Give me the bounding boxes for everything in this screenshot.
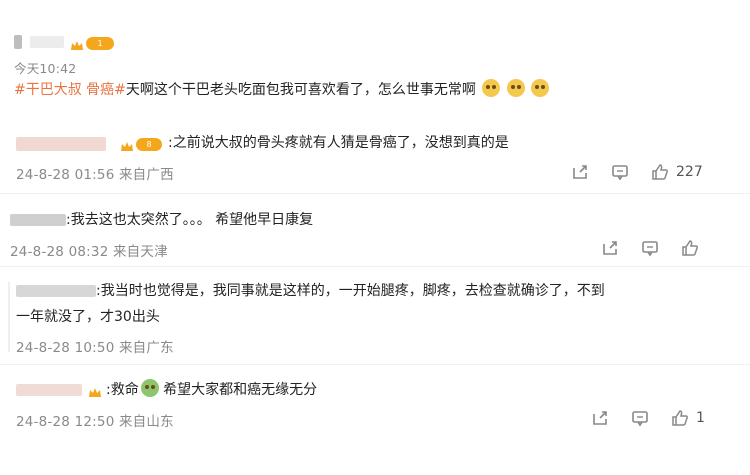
comment-text: :之前说大叔的骨头疼就有人猜是骨癌了，没想到真的是 xyxy=(168,135,509,151)
like-count: 227 xyxy=(676,164,703,180)
comment-icon[interactable] xyxy=(610,162,630,182)
quote-bar xyxy=(8,282,10,352)
comment-text: :我去这也太突然了。。。 希望他早日康复 xyxy=(66,212,314,228)
like-icon[interactable] xyxy=(670,408,690,428)
share-icon[interactable] xyxy=(600,238,620,258)
comment-meta: 24-8-28 12:50 来自山东 xyxy=(16,414,174,430)
comment-icon[interactable] xyxy=(640,238,660,258)
post-body: 天啊这个干巴老头吃面包我可喜欢看了，怎么世事无常啊 xyxy=(125,82,476,98)
commenter-name-blurred[interactable] xyxy=(16,384,82,396)
comment-meta: 24-8-28 01:56 来自广西 xyxy=(16,167,174,183)
emoji-icon xyxy=(482,79,501,97)
comment-text-a: :救命 xyxy=(106,382,139,398)
avatar[interactable] xyxy=(14,35,22,49)
post-text: #干巴大叔 骨癌#天啊这个干巴老头吃面包我可喜欢看了，怎么世事无常啊 xyxy=(14,79,550,100)
comment-text-b: 希望大家都和癌无缘无分 xyxy=(163,382,318,398)
share-icon[interactable] xyxy=(590,408,610,428)
comment-meta: 24-8-28 10:50 来自广东 xyxy=(16,340,174,356)
vip-badge: 8 xyxy=(136,138,162,151)
comment-text: :救命 希望大家都和癌无缘无分 xyxy=(106,379,317,400)
username-blurred[interactable] xyxy=(30,36,64,48)
emoji-icon xyxy=(140,379,159,397)
comment-icon[interactable] xyxy=(630,408,650,428)
commenter-name-blurred[interactable] xyxy=(16,137,106,151)
like-icon[interactable] xyxy=(680,238,700,258)
commenter-name-blurred[interactable] xyxy=(10,214,66,226)
post-time: 今天10:42 xyxy=(14,61,77,76)
vip-badge: 1 xyxy=(86,37,114,50)
crown-icon xyxy=(120,138,134,151)
comment-divider xyxy=(0,266,750,267)
like-icon[interactable] xyxy=(650,162,670,182)
comment-divider xyxy=(0,193,750,194)
commenter-name-blurred[interactable] xyxy=(16,285,96,297)
like-count: 1 xyxy=(696,410,705,426)
share-icon[interactable] xyxy=(570,162,590,182)
emoji-icon xyxy=(531,79,550,97)
crown-icon xyxy=(88,384,102,397)
comment-divider xyxy=(0,364,750,365)
hashtag-link[interactable]: #干巴大叔 骨癌# xyxy=(14,82,126,98)
comment-text-line2: 一年就没了，才30出头 xyxy=(16,309,160,325)
crown-icon xyxy=(70,37,84,50)
emoji-icon xyxy=(506,79,525,97)
comment-meta: 24-8-28 08:32 来自天津 xyxy=(10,244,168,260)
comment-text-line1: :我当时也觉得是，我同事就是这样的，一开始腿疼，脚疼，去检查就确诊了，不到 xyxy=(96,283,605,299)
